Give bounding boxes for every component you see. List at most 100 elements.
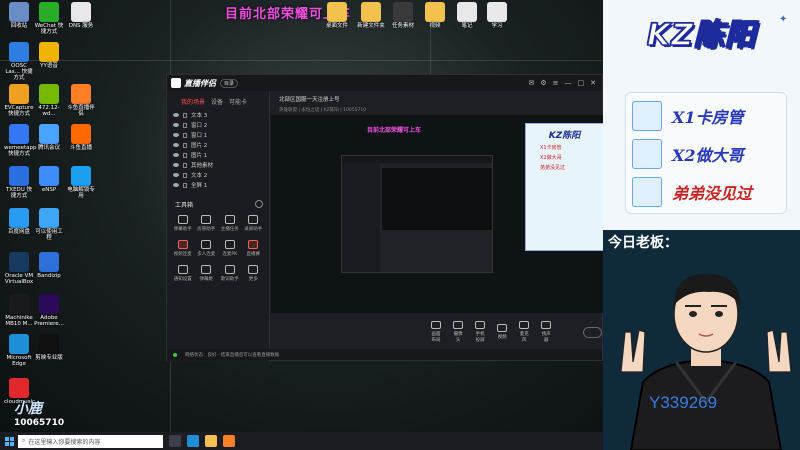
preview-tool-button[interactable]: 麦克风 xyxy=(519,321,530,343)
desktop-icon[interactable]: wemeetapp 快捷方式 xyxy=(4,124,37,157)
desktop-icon[interactable]: 可以使用工程 xyxy=(34,208,64,241)
scene-item[interactable]: 图片 1 xyxy=(167,150,269,160)
tool-icon xyxy=(248,215,259,224)
desktop-icon[interactable]: TXEDU 快捷方式 xyxy=(4,166,34,199)
scene-item[interactable]: 窗口 2 xyxy=(167,120,269,130)
stream-title[interactable]: 北部区国服一天注册上号 xyxy=(279,95,594,103)
lock-icon[interactable] xyxy=(183,182,187,188)
eye-icon[interactable] xyxy=(173,113,179,117)
folder-icon xyxy=(327,2,347,22)
desktop-icon[interactable]: 斗鱼直播伴侣 xyxy=(66,84,96,117)
desktop-icon[interactable]: 视频 xyxy=(420,2,450,29)
lock-icon[interactable] xyxy=(183,142,187,148)
settings-icon[interactable]: ⚙ xyxy=(540,79,546,87)
tool-button[interactable]: 弹幕姬 xyxy=(195,265,219,282)
desktop-icon[interactable]: 斗鱼直播 xyxy=(66,124,96,151)
desktop-icon[interactable]: 腾讯会议 xyxy=(34,124,64,151)
eye-icon[interactable] xyxy=(173,123,179,127)
desktop-icon[interactable]: 学习 xyxy=(482,2,512,29)
scene-item[interactable]: 文本 3 xyxy=(167,110,269,120)
tool-icon xyxy=(177,265,188,274)
lock-icon[interactable] xyxy=(183,172,187,178)
live-app-taskbar-icon[interactable] xyxy=(223,435,235,447)
desktop-icon[interactable]: 百度网盘 xyxy=(4,208,34,235)
message-icon[interactable]: ✉ xyxy=(528,79,534,87)
lock-icon[interactable] xyxy=(183,132,187,138)
scene-label: 文本 2 xyxy=(191,173,208,179)
taskbar-search[interactable]: ⌕ 在这里输入你要搜索的内容 xyxy=(18,434,163,448)
desktop-icon[interactable]: 任务素材 xyxy=(388,2,418,29)
tool-button[interactable]: 主播任务 xyxy=(218,215,242,232)
eye-icon[interactable] xyxy=(173,173,179,177)
start-button[interactable] xyxy=(0,432,18,450)
menu-icon[interactable]: ≡ xyxy=(553,79,559,87)
eye-icon[interactable] xyxy=(173,183,179,187)
preview-tool-button[interactable]: 视频 xyxy=(497,324,508,340)
desktop-icon[interactable]: DNS 服务 xyxy=(66,2,96,29)
lock-icon[interactable] xyxy=(183,122,187,128)
desktop-icon[interactable]: 472.12-wd... xyxy=(34,84,64,117)
desktop-icon[interactable]: 电脑解锁专用 xyxy=(66,166,96,199)
desktop-icon[interactable]: OOSC Las... 快捷方式 xyxy=(4,42,34,81)
tool-button[interactable]: 通知设置 xyxy=(171,265,195,282)
scene-item[interactable]: 窗口 1 xyxy=(167,130,269,140)
scene-item[interactable]: 文本 2 xyxy=(167,170,269,180)
preview-tool-button[interactable]: 扬声器 xyxy=(541,321,552,343)
task-view-icon[interactable] xyxy=(169,435,181,447)
scene-item[interactable]: 全屏 1 xyxy=(167,180,269,190)
maximize-icon[interactable]: □ xyxy=(578,79,585,87)
tool-button[interactable]: 多人连麦 xyxy=(195,240,219,257)
tool-button[interactable]: 视频连麦 xyxy=(171,240,195,257)
toolbox-grid: 弹幕助手 房管助手 主播任务 录屏助手视频连麦 多人连麦 连麦PK 直播赛通知设置 弹幕姬 歌词… xyxy=(167,213,269,284)
desktop-icon[interactable]: WeChat 快捷方式 xyxy=(34,2,64,35)
desktop-icon[interactable]: eNSP xyxy=(34,166,64,193)
tab-devices[interactable]: 设备 xyxy=(211,97,223,106)
app-version-badge[interactable]: 目录 xyxy=(220,78,239,88)
tab-scenes[interactable]: 我的场景 xyxy=(181,97,205,106)
toolbox-help-icon[interactable] xyxy=(255,200,263,208)
tab-cards[interactable]: 可能卡 xyxy=(229,97,247,106)
stream-preview[interactable]: 目前北部荣耀可上车 KZ陈阳 X1卡房管 X2做大哥 弟弟没见过 xyxy=(271,115,603,313)
eye-icon[interactable] xyxy=(173,153,179,157)
preview-tool-button[interactable]: 手机投屏 xyxy=(475,321,486,343)
tool-button[interactable]: 歌词助手 xyxy=(218,265,242,282)
desktop-icon[interactable]: Bandizip xyxy=(34,252,64,279)
edge-taskbar-icon[interactable] xyxy=(187,435,199,447)
desktop-icon[interactable]: Oracle VM VirtualBox xyxy=(4,252,34,285)
desktop-icon[interactable]: EVCapture 快捷方式 xyxy=(4,84,34,117)
desktop-icon[interactable]: 笔记 xyxy=(452,2,482,29)
scene-item[interactable]: 图片 2 xyxy=(167,140,269,150)
preview-tool-button[interactable]: 摄像头 xyxy=(453,321,464,343)
desktop-icon-label: 电脑解锁专用 xyxy=(67,187,95,199)
tool-button[interactable]: 更多 xyxy=(242,265,266,282)
desktop-icon[interactable]: 桌面文件 xyxy=(322,2,352,29)
desktop-icon[interactable]: 新建文件夹 xyxy=(356,2,386,29)
desktop-icon[interactable]: Machinike MB10 M... xyxy=(4,294,34,327)
tool-button[interactable]: 录屏助手 xyxy=(242,215,266,232)
tool-button[interactable]: 弹幕助手 xyxy=(171,215,195,232)
explorer-taskbar-icon[interactable] xyxy=(205,435,217,447)
minimize-icon[interactable]: — xyxy=(565,79,572,87)
tool-button[interactable]: 房管助手 xyxy=(195,215,219,232)
tool-button[interactable]: 连麦PK xyxy=(218,240,242,257)
app-icon xyxy=(9,84,29,104)
close-icon[interactable]: ✕ xyxy=(590,79,596,87)
scene-item[interactable]: 其他素材 xyxy=(167,160,269,170)
start-live-button[interactable] xyxy=(583,326,602,338)
eye-icon[interactable] xyxy=(173,133,179,137)
tool-button[interactable]: 直播赛 xyxy=(242,240,266,257)
lock-icon[interactable] xyxy=(183,112,187,118)
preview-tool-button[interactable]: 画面布局 xyxy=(431,321,442,343)
eye-icon[interactable] xyxy=(173,163,179,167)
lock-icon[interactable] xyxy=(183,152,187,158)
preview-tool-icon xyxy=(497,324,508,332)
desktop-icon[interactable]: 回收站 xyxy=(4,2,34,29)
desktop-icon[interactable]: Microsoft Edge xyxy=(4,334,34,367)
desktop-icon[interactable]: Adobe Premiere... xyxy=(34,294,64,327)
app-icon xyxy=(39,2,59,22)
desktop-icon[interactable]: 剪映专业版 xyxy=(34,334,64,361)
lock-icon[interactable] xyxy=(183,162,187,168)
desktop-icon-label: TXEDU 快捷方式 xyxy=(5,187,33,199)
eye-icon[interactable] xyxy=(173,143,179,147)
desktop-icon[interactable]: YY语音 xyxy=(34,42,64,69)
